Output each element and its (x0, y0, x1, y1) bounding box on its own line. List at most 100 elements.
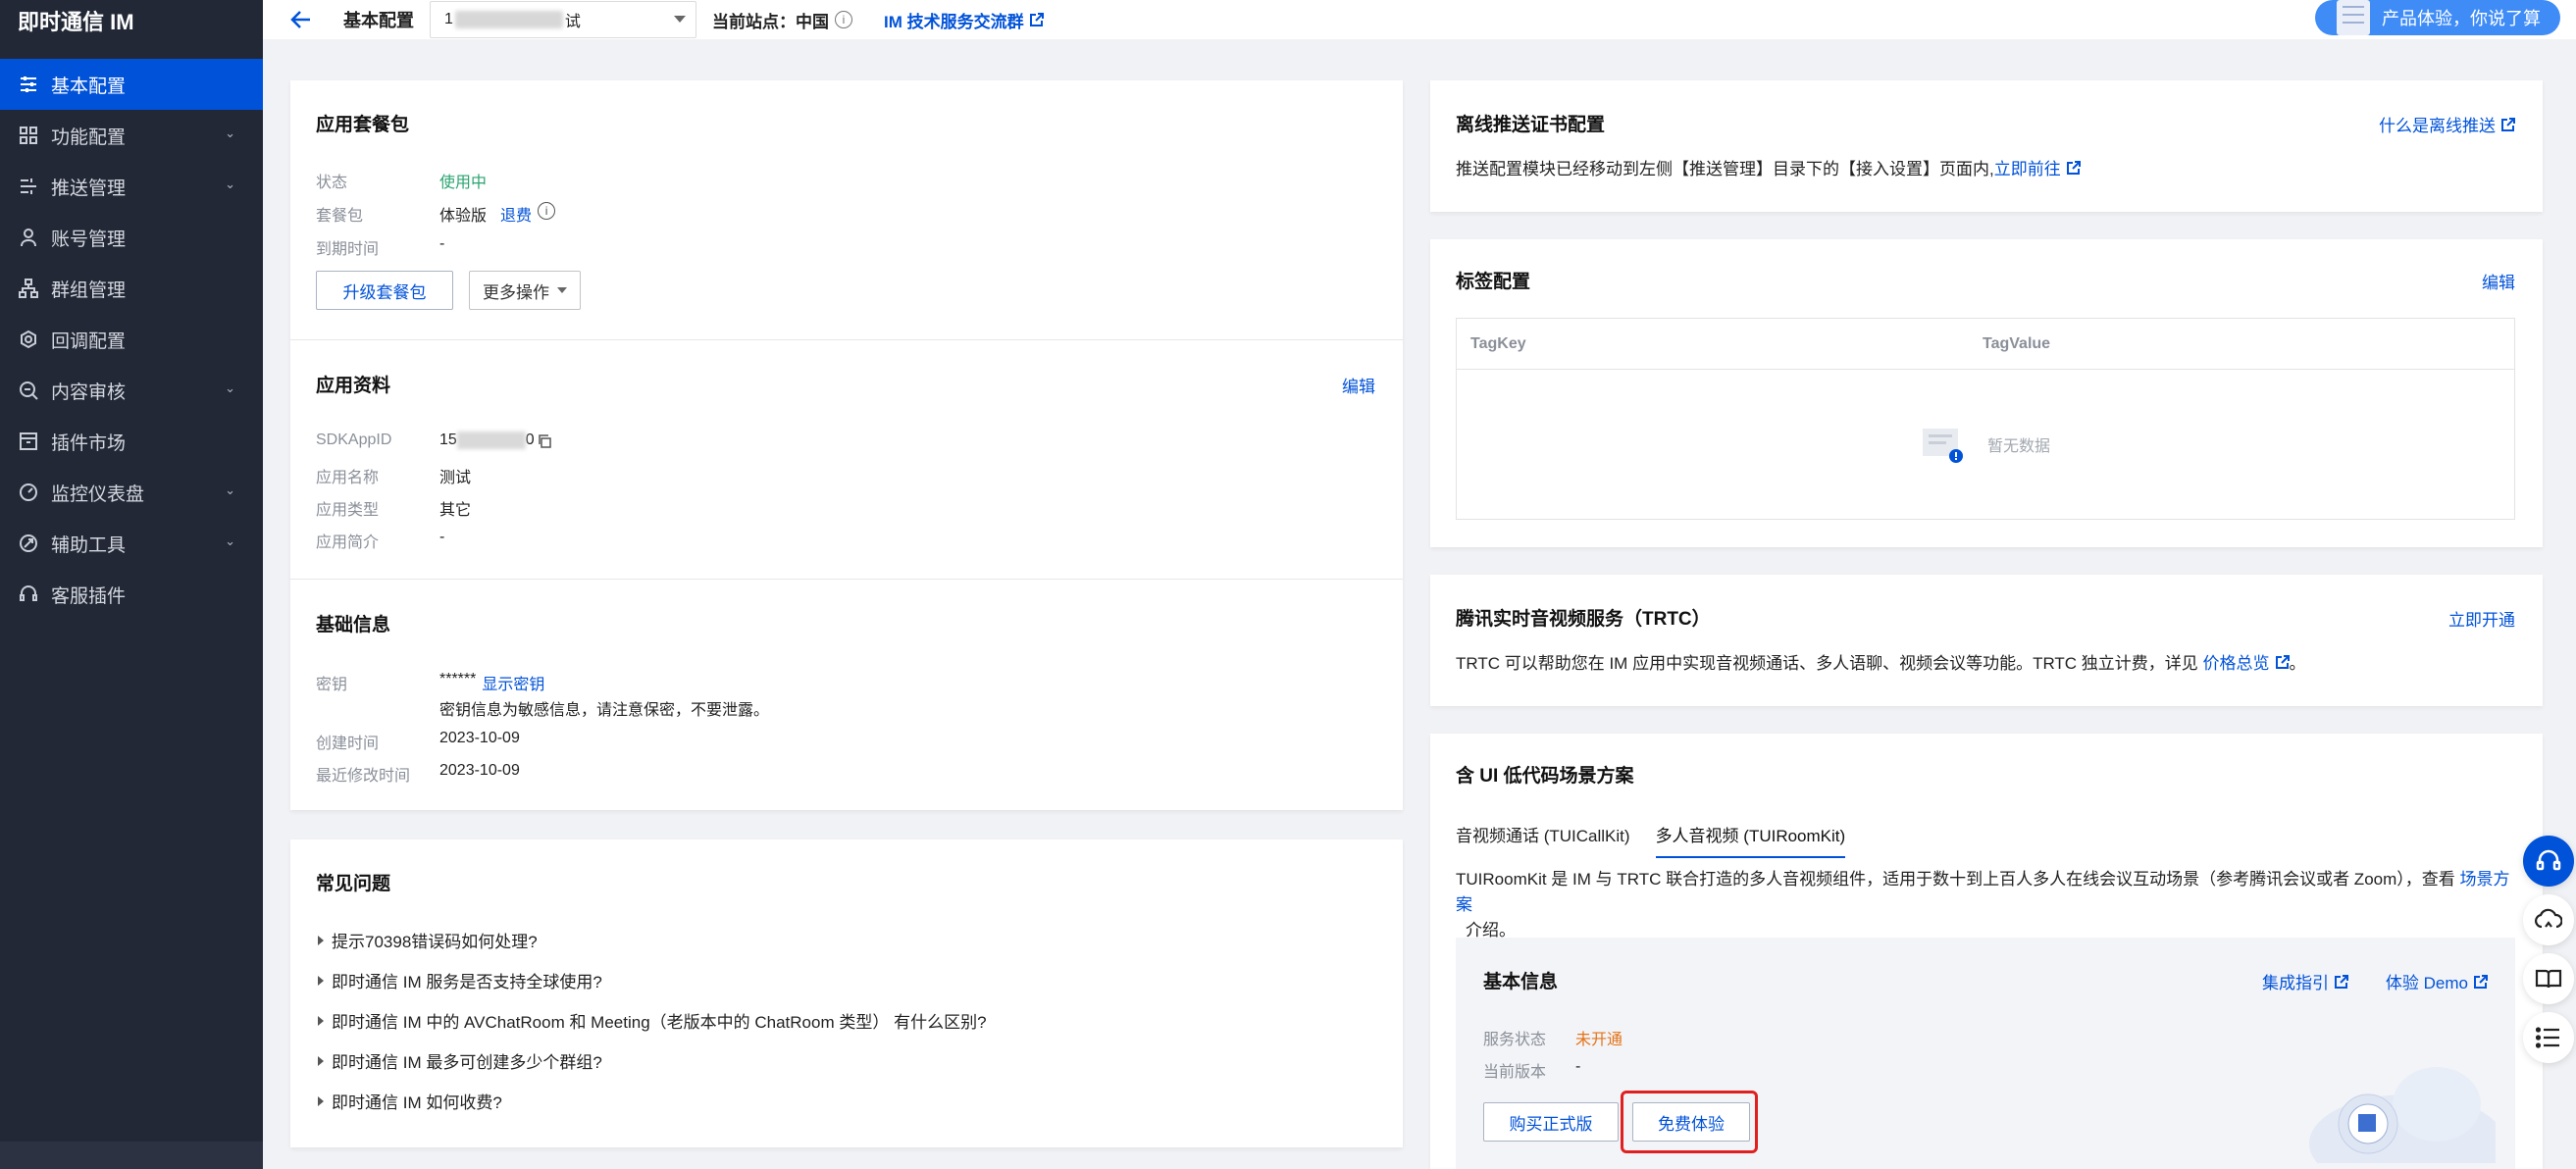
col-tagkey: TagKey (1470, 334, 1526, 352)
ui-scene-card: 含 UI 低代码场景方案 音视频通话 (TUICallKit) 多人音视频 (T… (1430, 734, 2543, 1169)
sliders-icon (18, 74, 39, 95)
status-row: 状态 使用中 (316, 169, 487, 192)
feedback-button[interactable]: 产品体验，你说了算 (2315, 0, 2560, 35)
faq-item[interactable]: 即时通信 IM 最多可创建多少个群组? (318, 1048, 602, 1073)
sidebar-item-plugin-market[interactable]: 插件市场 (0, 416, 263, 467)
trtc-text: TRTC 可以帮助您在 IM 应用中实现音视频通话、多人语聊、视频会议等功能。T… (1456, 654, 2306, 673)
chevron-down-icon: ⌄ (225, 126, 235, 140)
external-link-icon (2501, 117, 2515, 131)
app-name-row: 应用名称 测试 (316, 470, 472, 486)
triangle-right-icon (318, 1055, 324, 1066)
info-icon[interactable]: i (835, 11, 852, 28)
headset-icon[interactable] (2523, 836, 2574, 887)
chevron-down-icon: ⌄ (225, 177, 235, 191)
tab-tuicallkit[interactable]: 音视频通话 (TUICallKit) (1456, 822, 1630, 858)
gauge-icon (18, 482, 39, 503)
cloud-icon[interactable] (2523, 894, 2574, 945)
external-link-icon (2335, 974, 2348, 989)
sidebar-item-label: 插件市场 (51, 432, 127, 454)
faq-item[interactable]: 即时通信 IM 服务是否支持全球使用? (318, 968, 602, 992)
key-note: 密钥信息为敏感信息，请注意保密，不要泄露。 (439, 702, 770, 719)
list-icon[interactable] (2523, 1012, 2574, 1063)
triangle-right-icon (318, 935, 324, 945)
headset-icon (18, 584, 39, 605)
external-link-icon (2275, 655, 2290, 669)
goto-link[interactable]: 立即前往 (1994, 160, 2061, 178)
tool-icon (18, 533, 39, 554)
sidebar-item-label: 基本配置 (51, 76, 127, 97)
app-overview-card: 应用套餐包 状态 使用中 套餐包 体验版 退费 i 到期时间 - 升级套餐包 更多操作 应… (290, 80, 1403, 810)
current-site: 当前站点：中国 i (712, 8, 852, 32)
price-overview-link[interactable]: 价格总览 (2203, 654, 2270, 673)
service-status-value: 未开通 (1575, 1032, 1623, 1048)
sidebar-item-cs-plugin[interactable]: 客服插件 (0, 569, 263, 620)
back-arrow-icon[interactable] (286, 5, 316, 34)
push-cert-card: 离线推送证书配置 什么是离线推送 推送配置模块已经移动到左侧【推送管理】目录下的… (1430, 80, 2543, 212)
faq-item[interactable]: 提示70398错误码如何处理? (318, 928, 538, 952)
service-status-row: 服务状态 未开通 (1483, 1026, 1623, 1049)
redacted-mask (454, 11, 563, 28)
demo-link[interactable]: 体验 Demo (2386, 969, 2488, 993)
app-info-title: 应用资料 (316, 376, 391, 396)
faq-card: 常见问题 提示70398错误码如何处理? 即时通信 IM 服务是否支持全球使用?… (290, 839, 1403, 1147)
empty-state: 暂无数据 (1457, 370, 2514, 519)
external-link-icon (1029, 13, 1044, 26)
modified-row: 最近修改时间 2023-10-09 (316, 762, 520, 785)
tag-table-header: TagKey TagValue (1457, 319, 2514, 370)
tag-edit-link[interactable]: 编辑 (2482, 269, 2515, 293)
sidebar-item-label: 群组管理 (51, 280, 127, 301)
refund-link[interactable]: 退费 (500, 202, 532, 226)
upgrade-package-button[interactable]: 升级套餐包 (316, 271, 453, 310)
package-title: 应用套餐包 (316, 115, 410, 135)
ui-scene-title: 含 UI 低代码场景方案 (1456, 766, 1634, 787)
sidebar-item-accounts[interactable]: 账号管理 (0, 212, 263, 263)
floating-toolbar (2521, 836, 2576, 1071)
free-trial-button[interactable]: 免费体验 (1632, 1102, 1750, 1142)
more-actions-button[interactable]: 更多操作 (469, 271, 581, 310)
app-type-row: 应用类型 其它 (316, 502, 472, 519)
list-settings-icon (18, 176, 39, 197)
created-row: 创建时间 2023-10-09 (316, 730, 520, 752)
sidebar-item-feature-config[interactable]: 功能配置 ⌄ (0, 110, 263, 161)
show-key-link[interactable]: 显示密钥 (482, 671, 544, 694)
push-cert-title: 离线推送证书配置 (1456, 115, 1606, 135)
chevron-down-icon: ⌄ (225, 381, 235, 395)
sidebar-item-tools[interactable]: 辅助工具 ⌄ (0, 518, 263, 569)
sidebar-item-callback[interactable]: 回调配置 (0, 314, 263, 365)
integration-guide-link[interactable]: 集成指引 (2262, 969, 2348, 993)
faq-item[interactable]: 即时通信 IM 中的 AVChatRoom 和 Meeting（老版本中的 Ch… (318, 1008, 987, 1033)
sidebar-item-groups[interactable]: 群组管理 (0, 263, 263, 314)
sidebar-item-label: 客服插件 (51, 585, 127, 607)
tab-tuiroomkit[interactable]: 多人音视频 (TUIRoomKit) (1655, 822, 1846, 858)
triangle-right-icon (318, 1015, 324, 1026)
sidebar-item-push[interactable]: 推送管理 ⌄ (0, 161, 263, 212)
app-select[interactable]: 1 试 (430, 1, 696, 38)
sidebar-item-label: 内容审核 (51, 381, 127, 403)
search-shield-icon (18, 380, 39, 401)
sidebar-item-basic-config[interactable]: 基本配置 (0, 59, 263, 110)
divider (290, 339, 1403, 340)
expire-row: 到期时间 - (316, 235, 445, 258)
book-icon[interactable] (2523, 953, 2574, 1004)
basic-info-title: 基础信息 (316, 615, 391, 635)
external-link-icon (2066, 161, 2081, 175)
tuiroomkit-desc: TUIRoomKit 是 IM 与 TRTC 联合打造的多人音视频组件，适用于数… (1456, 870, 2510, 940)
sidebar-item-monitor[interactable]: 监控仪表盘 ⌄ (0, 467, 263, 518)
page-title: 基本配置 (343, 11, 414, 30)
external-link-icon (2474, 974, 2488, 989)
im-group-link[interactable]: IM 技术服务交流群 (884, 8, 1044, 32)
sidebar-item-moderation[interactable]: 内容审核 ⌄ (0, 365, 263, 416)
offline-push-link[interactable]: 什么是离线推送 (2379, 112, 2515, 136)
copy-icon[interactable] (537, 433, 552, 449)
push-cert-text: 推送配置模块已经移动到左侧【推送管理】目录下的【接入设置】页面内,立即前往 (1456, 157, 2081, 182)
triangle-right-icon (318, 975, 324, 986)
trtc-open-link[interactable]: 立即开通 (2448, 606, 2515, 631)
buy-official-button[interactable]: 购买正式版 (1483, 1102, 1619, 1142)
app-info-edit-link[interactable]: 编辑 (1342, 373, 1375, 397)
app-desc-row: 应用简介 - (316, 529, 445, 551)
sidebar-footer (0, 1142, 263, 1169)
sidebar-item-label: 账号管理 (51, 229, 127, 250)
sidebar-brand: 即时通信 IM (18, 10, 134, 34)
info-icon[interactable]: i (538, 202, 556, 220)
faq-item[interactable]: 即时通信 IM 如何收费? (318, 1089, 502, 1113)
